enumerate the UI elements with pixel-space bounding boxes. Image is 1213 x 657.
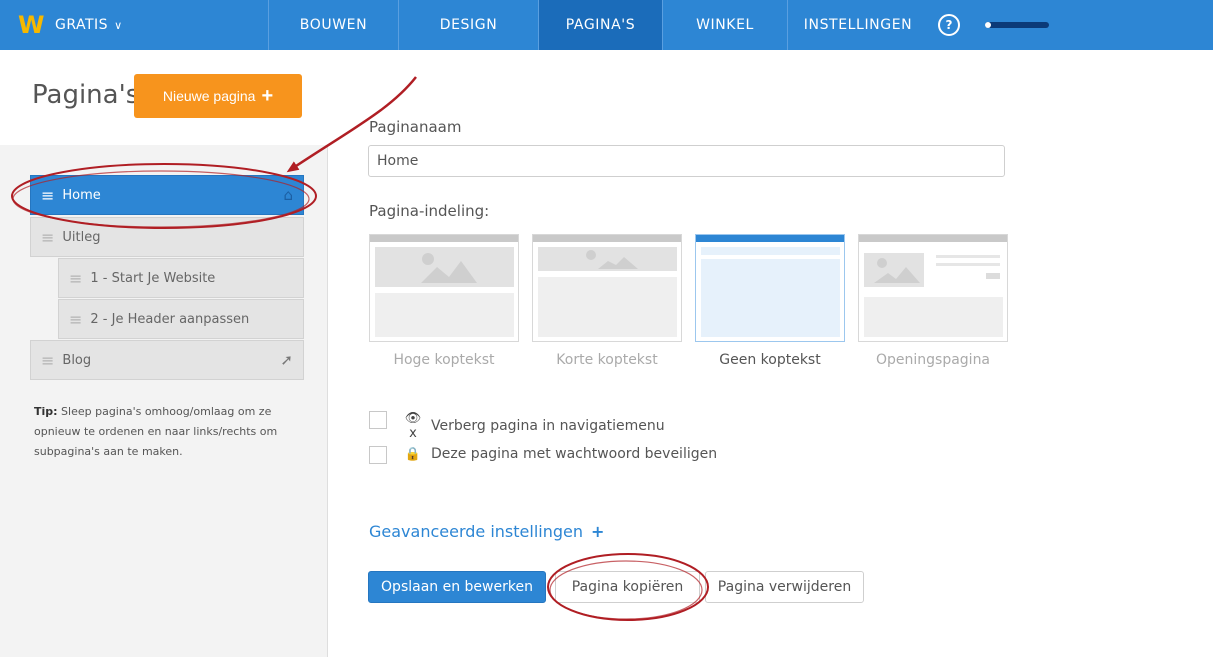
layout-option-no-header[interactable] [695,234,845,342]
nav-bouwen[interactable]: BOUWEN [268,0,398,50]
drag-handle-icon[interactable]: ≡ [69,269,82,288]
help-icon[interactable]: ? [938,14,960,36]
external-link-icon: ➚ [280,351,293,369]
setup-progress-bar[interactable] [985,22,1049,28]
page-name-input[interactable] [368,145,1005,177]
layout-label: Pagina-indeling: [369,202,490,220]
layout-header-bar [696,235,844,242]
page-item-label: 2 - Je Header aanpassen [90,311,250,327]
layout-content-block [375,293,514,337]
page-item-label: Uitleg [62,229,101,245]
plus-icon: + [261,84,274,107]
layout-label-landing-page: Openingspagina [875,352,991,368]
hide-in-nav-checkbox[interactable] [369,411,387,429]
page-item-header-aanpassen[interactable]: ≡ 2 - Je Header aanpassen [58,299,304,339]
lock-icon: 🔒 [404,446,422,462]
page-item-label: Blog [62,352,92,368]
delete-page-button[interactable]: Pagina verwijderen [705,571,864,603]
layout-header-bar [859,235,1007,242]
page-item-blog[interactable]: ≡ Blog ➚ [30,340,304,380]
home-icon: ⌂ [283,186,293,204]
layout-content-block [701,259,840,337]
page-item-label: Home [62,187,101,203]
page-item-start-je-website[interactable]: ≡ 1 - Start Je Website [58,258,304,298]
setup-progress-fill [985,22,992,28]
layout-label-tall-header: Hoge koptekst [393,352,495,368]
tip-text: Sleep pagina's omhoog/omlaag om ze opnie… [34,405,278,458]
new-page-button[interactable]: Nieuwe pagina + [134,74,302,118]
hide-in-nav-label: Verberg pagina in navigatiemenu [431,418,665,434]
sidebar-header: Pagina's Nieuwe pagina + [0,50,328,145]
tip-label: Tip: [34,405,58,418]
save-and-edit-button[interactable]: Opslaan en bewerken [368,571,546,603]
site-menu[interactable]: W GRATIS ∨ [0,0,268,50]
drag-handle-icon[interactable]: ≡ [41,351,54,370]
top-navigation-bar: W GRATIS ∨ BOUWEN DESIGN PAGINA'S WINKEL… [0,0,1213,50]
page-settings-panel: Paginanaam Pagina-indeling: Hoge kopteks… [329,50,1213,657]
drag-handle-icon[interactable]: ≡ [69,310,82,329]
advanced-settings-label: Geavanceerde instellingen [369,522,583,541]
password-protect-checkbox[interactable] [369,446,387,464]
copy-page-button[interactable]: Pagina kopiëren [555,571,700,603]
nav-design[interactable]: DESIGN [398,0,538,50]
sidebar-tip: Tip: Sleep pagina's omhoog/omlaag om ze … [34,402,304,462]
hide-in-nav-option: 👁x Verberg pagina in navigatiemenu [403,411,665,441]
password-protect-option: 🔒 Deze pagina met wachtwoord beveiligen [403,446,717,462]
sidebar-title: Pagina's [32,80,140,110]
advanced-settings-link[interactable]: Geavanceerde instellingen + [369,522,604,541]
image-placeholder-icon [864,253,1000,287]
layout-header-bar [370,235,518,242]
layout-label-short-header: Korte koptekst [556,352,658,368]
layout-content-block [538,277,677,337]
layout-content-block [864,297,1003,337]
password-protect-label: Deze pagina met wachtwoord beveiligen [431,446,718,462]
site-plan-label: GRATIS [54,17,109,33]
layout-option-short-header[interactable] [532,234,682,342]
drag-handle-icon[interactable]: ≡ [41,228,54,247]
drag-handle-icon[interactable]: ≡ [41,186,54,205]
eye-hidden-icon: 👁x [404,411,422,441]
page-name-label: Paginanaam [369,118,462,136]
nav-winkel[interactable]: WINKEL [662,0,787,50]
layout-option-tall-header[interactable] [369,234,519,342]
nav-instellingen[interactable]: INSTELLINGEN [787,0,928,50]
nav-paginas[interactable]: PAGINA'S [538,0,662,50]
chevron-down-icon: ∨ [114,18,123,32]
image-placeholder-icon [375,247,514,287]
pages-sidebar: Pagina's Nieuwe pagina + ≡ Home ⌂ ≡ Uitl… [0,50,328,657]
image-placeholder-icon [538,247,677,271]
page-item-label: 1 - Start Je Website [90,270,216,286]
layout-option-landing-page[interactable] [858,234,1008,342]
page-item-uitleg[interactable]: ≡ Uitleg [30,217,304,257]
weebly-logo-icon: W [18,11,45,39]
layout-header-bar [533,235,681,242]
new-page-label: Nieuwe pagina [162,88,256,104]
page-item-home[interactable]: ≡ Home ⌂ [30,175,304,215]
layout-nav-block [701,247,840,255]
layout-label-no-header: Geen koptekst [719,352,821,368]
expand-plus-icon: + [590,522,605,541]
